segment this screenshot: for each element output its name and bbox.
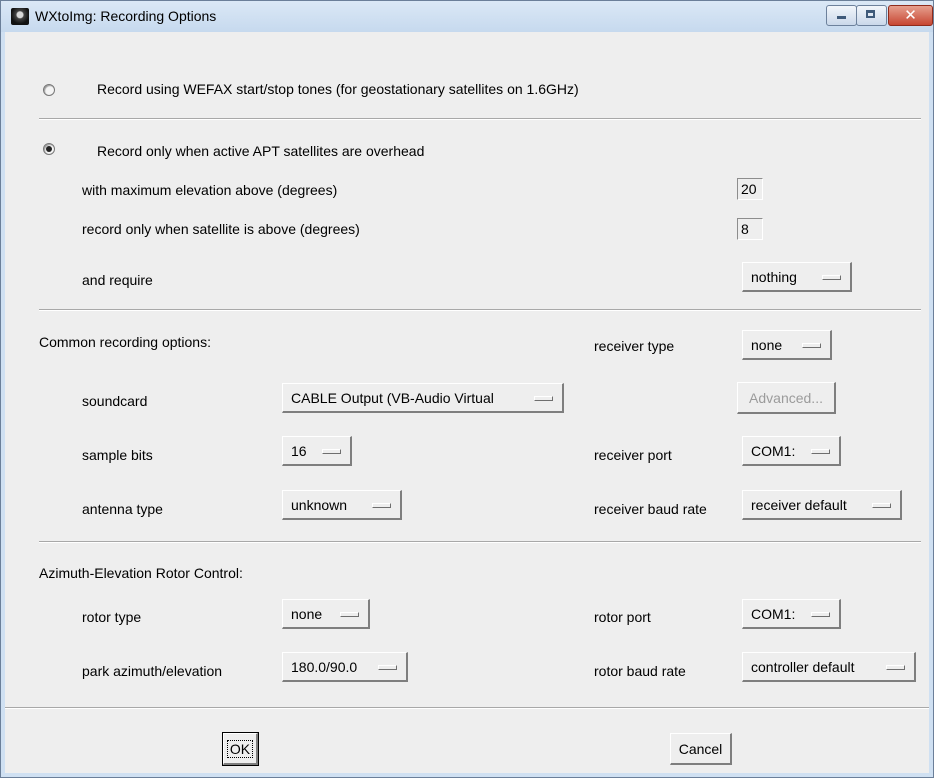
receiver-baud-select[interactable]: receiver default xyxy=(742,490,902,520)
soundcard-select[interactable]: CABLE Output (VB-Audio Virtual xyxy=(282,383,564,413)
wefax-radio[interactable] xyxy=(43,84,55,96)
rotor-baud-value: controller default xyxy=(751,659,855,675)
dropdown-indicator-icon xyxy=(811,612,830,617)
separator-4 xyxy=(5,707,929,709)
receiver-baud-value: receiver default xyxy=(751,497,847,513)
dropdown-indicator-icon xyxy=(886,665,905,670)
receiver-port-value: COM1: xyxy=(751,443,796,459)
close-button[interactable]: ✕ xyxy=(888,5,933,26)
ok-button-label: OK xyxy=(226,740,254,758)
park-value: 180.0/90.0 xyxy=(291,659,358,675)
dropdown-indicator-icon xyxy=(372,503,391,508)
common-options-heading: Common recording options: xyxy=(39,334,211,350)
rotor-port-select[interactable]: COM1: xyxy=(742,599,841,629)
sample-bits-label: sample bits xyxy=(82,447,153,463)
receiver-type-select[interactable]: none xyxy=(742,330,832,360)
title-bar[interactable]: WXtoImg: Recording Options ✕ xyxy=(1,1,933,32)
receiver-type-value: none xyxy=(751,337,783,353)
dropdown-indicator-icon xyxy=(534,396,553,401)
dropdown-indicator-icon xyxy=(378,665,397,670)
require-select[interactable]: nothing xyxy=(742,262,852,292)
rotor-type-select[interactable]: none xyxy=(282,599,370,629)
rotor-control-heading: Azimuth-Elevation Rotor Control: xyxy=(39,565,243,581)
recording-options-window: WXtoImg: Recording Options ✕ Record usin… xyxy=(0,0,934,778)
separator-3 xyxy=(39,541,921,543)
ok-button[interactable]: OK xyxy=(222,732,259,766)
maximize-icon xyxy=(866,10,875,18)
rotor-type-value: none xyxy=(291,606,323,622)
min-elevation-input[interactable]: 8 xyxy=(737,218,763,240)
park-select[interactable]: 180.0/90.0 xyxy=(282,652,408,682)
antenna-type-value: unknown xyxy=(291,497,348,513)
dropdown-indicator-icon xyxy=(872,503,891,508)
close-icon: ✕ xyxy=(904,7,917,24)
receiver-baud-label: receiver baud rate xyxy=(594,501,707,517)
rotor-baud-label: rotor baud rate xyxy=(594,663,686,679)
minimize-icon xyxy=(837,16,846,19)
receiver-type-label: receiver type xyxy=(594,338,675,354)
apt-label: Record only when active APT satellites a… xyxy=(97,143,425,159)
rotor-type-label: rotor type xyxy=(82,609,142,625)
dropdown-indicator-icon xyxy=(811,449,830,454)
window-title: WXtoImg: Recording Options xyxy=(35,8,217,24)
minimize-button[interactable] xyxy=(826,5,857,26)
receiver-port-select[interactable]: COM1: xyxy=(742,436,841,466)
soundcard-label: soundcard xyxy=(82,393,148,409)
max-elevation-label: with maximum elevation above (degrees) xyxy=(82,182,338,198)
maximize-button[interactable] xyxy=(856,5,887,26)
apt-radio[interactable] xyxy=(43,143,55,155)
antenna-type-select[interactable]: unknown xyxy=(282,490,402,520)
dropdown-indicator-icon xyxy=(822,275,841,280)
separator-2 xyxy=(39,309,921,311)
park-label: park azimuth/elevation xyxy=(82,663,223,679)
require-value: nothing xyxy=(751,269,797,285)
receiver-port-label: receiver port xyxy=(594,447,672,463)
dropdown-indicator-icon xyxy=(322,449,341,454)
app-icon xyxy=(11,8,29,25)
dialog-body: Record using WEFAX start/stop tones (for… xyxy=(5,32,929,773)
cancel-button[interactable]: Cancel xyxy=(670,733,732,765)
max-elevation-input[interactable]: 20 xyxy=(737,178,763,200)
soundcard-value: CABLE Output (VB-Audio Virtual xyxy=(291,390,494,406)
min-elevation-label: record only when satellite is above (deg… xyxy=(82,221,360,237)
require-label: and require xyxy=(82,272,153,288)
rotor-port-label: rotor port xyxy=(594,609,651,625)
antenna-type-label: antenna type xyxy=(82,501,163,517)
sample-bits-value: 16 xyxy=(291,443,307,459)
advanced-button[interactable]: Advanced... xyxy=(737,382,836,414)
wefax-label: Record using WEFAX start/stop tones (for… xyxy=(97,81,579,97)
separator-1 xyxy=(39,118,921,120)
dropdown-indicator-icon xyxy=(340,612,359,617)
sample-bits-select[interactable]: 16 xyxy=(282,436,352,466)
rotor-baud-select[interactable]: controller default xyxy=(742,652,916,682)
rotor-port-value: COM1: xyxy=(751,606,796,622)
dropdown-indicator-icon xyxy=(802,343,821,348)
